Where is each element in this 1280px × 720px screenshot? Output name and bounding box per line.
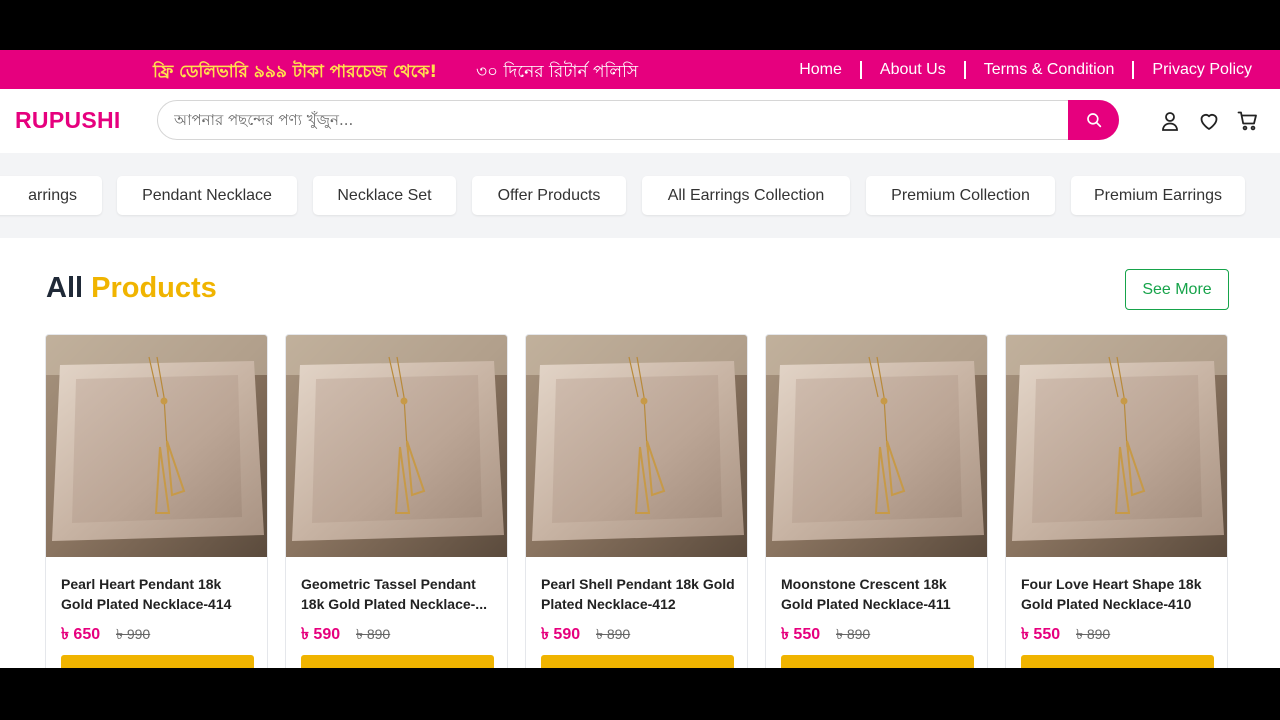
product-old-price: ৳ 890: [836, 626, 871, 642]
product-name[interactable]: Pearl Heart Pendant 18k Gold Plated Neck…: [61, 574, 256, 614]
nav-terms-link[interactable]: Terms & Condition: [984, 61, 1115, 79]
search-icon: [1086, 113, 1101, 128]
category-chip[interactable]: All Earrings Collection: [642, 176, 850, 215]
product-card[interactable]: Pearl Shell Pendant 18k Gold Plated Neck…: [525, 334, 748, 668]
free-delivery-promo: ফ্রি ডেলিভারি ৯৯৯ টাকা পারচেজ থেকে!: [153, 62, 438, 82]
product-name[interactable]: Moonstone Crescent 18k Gold Plated Neckl…: [781, 574, 976, 614]
nav-home-link[interactable]: Home: [799, 61, 842, 79]
section-title: All Products: [46, 272, 217, 305]
return-policy-promo: ৩০ দিনের রিটার্ন পলিসি: [476, 62, 639, 82]
add-to-cart-button[interactable]: [781, 655, 974, 668]
product-card[interactable]: Pearl Heart Pendant 18k Gold Plated Neck…: [45, 334, 268, 668]
product-price: ৳ 650: [61, 626, 101, 643]
product-image[interactable]: [286, 335, 507, 557]
site-header: RUPUSHI: [0, 89, 1280, 153]
product-name[interactable]: Pearl Shell Pendant 18k Gold Plated Neck…: [541, 574, 736, 614]
category-chip[interactable]: arrings: [0, 176, 102, 215]
product-price: ৳ 590: [301, 626, 341, 643]
category-chip[interactable]: Pendant Necklace: [117, 176, 297, 215]
product-image[interactable]: [766, 335, 987, 557]
section-title-highlight: Products: [91, 272, 217, 304]
product-image[interactable]: [46, 335, 267, 557]
add-to-cart-button[interactable]: [301, 655, 494, 668]
add-to-cart-button[interactable]: [61, 655, 254, 668]
add-to-cart-button[interactable]: [1021, 655, 1214, 668]
category-chip[interactable]: Necklace Set: [313, 176, 456, 215]
product-old-price: ৳ 890: [1076, 626, 1111, 642]
nav-about-link[interactable]: About Us: [880, 61, 946, 79]
nav-privacy-link[interactable]: Privacy Policy: [1152, 61, 1252, 79]
category-chip[interactable]: Premium Collection: [866, 176, 1055, 215]
product-price: ৳ 550: [781, 626, 821, 643]
nav-divider: [963, 60, 966, 79]
necklace-box-image: [286, 335, 507, 557]
necklace-box-image: [1006, 335, 1227, 557]
product-card[interactable]: Four Love Heart Shape 18k Gold Plated Ne…: [1005, 334, 1228, 668]
top-bar: ফ্রি ডেলিভারি ৯৯৯ টাকা পারচেজ থেকে! ৩০ দ…: [0, 50, 1280, 89]
nav-divider: [859, 60, 862, 79]
product-name[interactable]: Four Love Heart Shape 18k Gold Plated Ne…: [1021, 574, 1216, 614]
product-old-price: ৳ 890: [356, 626, 391, 642]
product-name[interactable]: Geometric Tassel Pendant 18k Gold Plated…: [301, 574, 496, 614]
cart-icon[interactable]: [1236, 109, 1260, 133]
category-chip[interactable]: Premium Earrings: [1071, 176, 1245, 215]
logo[interactable]: RUPUSHI: [15, 107, 121, 134]
nav-divider: [1132, 60, 1135, 79]
see-more-button[interactable]: See More: [1125, 269, 1229, 310]
product-old-price: ৳ 890: [596, 626, 631, 642]
product-price: ৳ 550: [1021, 626, 1061, 643]
necklace-box-image: [46, 335, 267, 557]
necklace-box-image: [526, 335, 747, 557]
heart-icon[interactable]: [1197, 109, 1221, 133]
product-old-price: ৳ 990: [116, 626, 151, 642]
top-nav: Home About Us Terms & Condition Privacy …: [799, 50, 1252, 89]
category-chip[interactable]: Offer Products: [472, 176, 626, 215]
product-image[interactable]: [526, 335, 747, 557]
add-to-cart-button[interactable]: [541, 655, 734, 668]
product-card[interactable]: Geometric Tassel Pendant 18k Gold Plated…: [285, 334, 508, 668]
user-icon[interactable]: [1158, 109, 1182, 133]
product-image[interactable]: [1006, 335, 1227, 557]
search-button[interactable]: [1068, 100, 1119, 140]
page: ফ্রি ডেলিভারি ৯৯৯ টাকা পারচেজ থেকে! ৩০ দ…: [0, 50, 1280, 668]
search-input[interactable]: [174, 111, 1054, 129]
search-bar: [157, 100, 1119, 140]
product-price: ৳ 590: [541, 626, 581, 643]
necklace-box-image: [766, 335, 987, 557]
product-card[interactable]: Moonstone Crescent 18k Gold Plated Neckl…: [765, 334, 988, 668]
section-title-main: All: [46, 272, 84, 304]
category-bar: arrings Pendant Necklace Necklace Set Of…: [0, 153, 1280, 238]
